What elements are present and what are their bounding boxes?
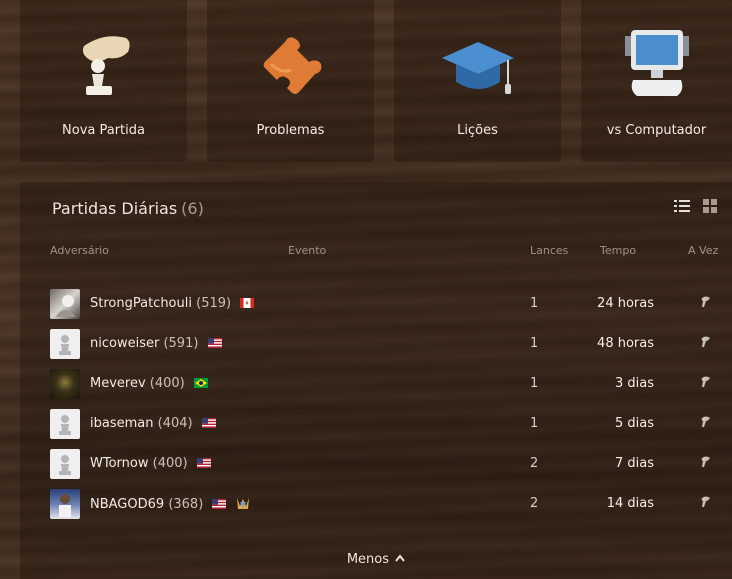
player-name[interactable]: WTornow xyxy=(90,456,148,471)
usa-flag-icon xyxy=(201,418,216,428)
grid-view-icon[interactable] xyxy=(702,198,718,214)
show-less-label: Menos xyxy=(346,552,390,567)
player-name[interactable]: StrongPatchouli xyxy=(90,296,192,311)
panel-title: Partidas Diárias (6) xyxy=(52,199,204,218)
header-opponent[interactable]: Adversário xyxy=(50,244,109,257)
games-count: (6) xyxy=(181,199,204,218)
tile-label: Nova Partida xyxy=(62,123,145,138)
header-event[interactable]: Evento xyxy=(288,244,326,257)
quick-actions: Nova Partida Problemas Lições vs Computa… xyxy=(20,0,732,162)
usa-flag-icon xyxy=(207,338,222,348)
daily-games-panel: Partidas Diárias (6) Adversário Evento La… xyxy=(20,182,732,579)
player-rating: (400) xyxy=(149,376,185,391)
turn-pawn-icon xyxy=(701,456,710,467)
time-left: 24 horas xyxy=(597,296,654,311)
header-time[interactable]: Tempo xyxy=(600,244,636,257)
new-game-tile[interactable]: Nova Partida xyxy=(20,0,187,162)
new-game-pawn-hand-icon xyxy=(82,36,130,95)
canada-flag-icon xyxy=(240,298,255,308)
time-left: 48 horas xyxy=(597,336,654,351)
tile-label: Lições xyxy=(457,123,498,138)
player-info[interactable]: NBAGOD69 (368) xyxy=(90,496,250,512)
brazil-flag-icon xyxy=(193,378,208,388)
graduation-cap-icon xyxy=(441,42,514,94)
avatar[interactable] xyxy=(50,329,80,359)
tile-label: Problemas xyxy=(256,123,325,138)
player-info[interactable]: WTornow (400) xyxy=(90,456,211,471)
turn-pawn-icon xyxy=(701,416,710,427)
time-left: 7 dias xyxy=(614,456,654,471)
moves-count: 2 xyxy=(530,456,539,471)
turn-pawn-icon xyxy=(701,376,710,387)
chevron-up-icon xyxy=(395,554,405,562)
time-left: 3 dias xyxy=(614,376,654,391)
vs-computer-tile[interactable]: vs Computador xyxy=(581,0,732,162)
player-rating: (400) xyxy=(152,456,188,471)
time-left: 14 dias xyxy=(606,496,654,511)
avatar[interactable] xyxy=(50,369,80,399)
game-row[interactable]: StrongPatchouli (519) 1 24 horas xyxy=(20,283,732,323)
player-info[interactable]: nicoweiser (591) xyxy=(90,336,222,351)
moves-count: 1 xyxy=(530,376,539,391)
player-rating: (591) xyxy=(163,336,199,351)
player-name[interactable]: ibaseman xyxy=(90,416,153,431)
puzzle-piece-icon xyxy=(263,37,321,94)
tile-label: vs Computador xyxy=(606,123,707,138)
membership-badge-icon xyxy=(236,498,249,509)
moves-count: 2 xyxy=(530,496,539,511)
game-row[interactable]: NBAGOD69 (368) 2 14 dias xyxy=(20,483,732,523)
moves-count: 1 xyxy=(530,416,539,431)
player-name[interactable]: NBAGOD69 xyxy=(90,497,164,512)
panel-title-text: Partidas Diárias xyxy=(52,199,178,218)
player-info[interactable]: StrongPatchouli (519) xyxy=(90,296,255,311)
time-left: 5 dias xyxy=(614,416,654,431)
list-view-icon[interactable] xyxy=(674,198,690,214)
player-rating: (519) xyxy=(196,296,232,311)
moves-count: 1 xyxy=(530,336,539,351)
player-rating: (368) xyxy=(168,497,204,512)
moves-count: 1 xyxy=(530,296,539,311)
turn-pawn-icon xyxy=(701,296,710,307)
view-toggle xyxy=(674,198,718,214)
game-row[interactable]: Meverev (400) 1 3 dias xyxy=(20,363,732,403)
usa-flag-icon xyxy=(212,499,227,509)
player-info[interactable]: Meverev (400) xyxy=(90,376,208,391)
lessons-tile[interactable]: Lições xyxy=(394,0,561,162)
player-info[interactable]: ibaseman (404) xyxy=(90,416,216,431)
computer-icon xyxy=(624,30,689,96)
player-name[interactable]: Meverev xyxy=(90,376,146,391)
show-less-button[interactable]: Menos xyxy=(20,552,732,567)
avatar[interactable] xyxy=(50,449,80,479)
header-moves[interactable]: Lances xyxy=(530,244,568,257)
player-rating: (404) xyxy=(157,416,193,431)
game-row[interactable]: nicoweiser (591) 1 48 horas xyxy=(20,323,732,363)
header-turn[interactable]: A Vez xyxy=(688,244,718,257)
turn-pawn-icon xyxy=(701,336,710,347)
puzzles-tile[interactable]: Problemas xyxy=(207,0,374,162)
avatar[interactable] xyxy=(50,489,80,519)
game-row[interactable]: WTornow (400) 2 7 dias xyxy=(20,443,732,483)
avatar[interactable] xyxy=(50,409,80,439)
game-row[interactable]: ibaseman (404) 1 5 dias xyxy=(20,403,732,443)
avatar[interactable] xyxy=(50,289,80,319)
usa-flag-icon xyxy=(196,458,211,468)
player-name[interactable]: nicoweiser xyxy=(90,336,159,351)
turn-pawn-icon xyxy=(701,496,710,507)
